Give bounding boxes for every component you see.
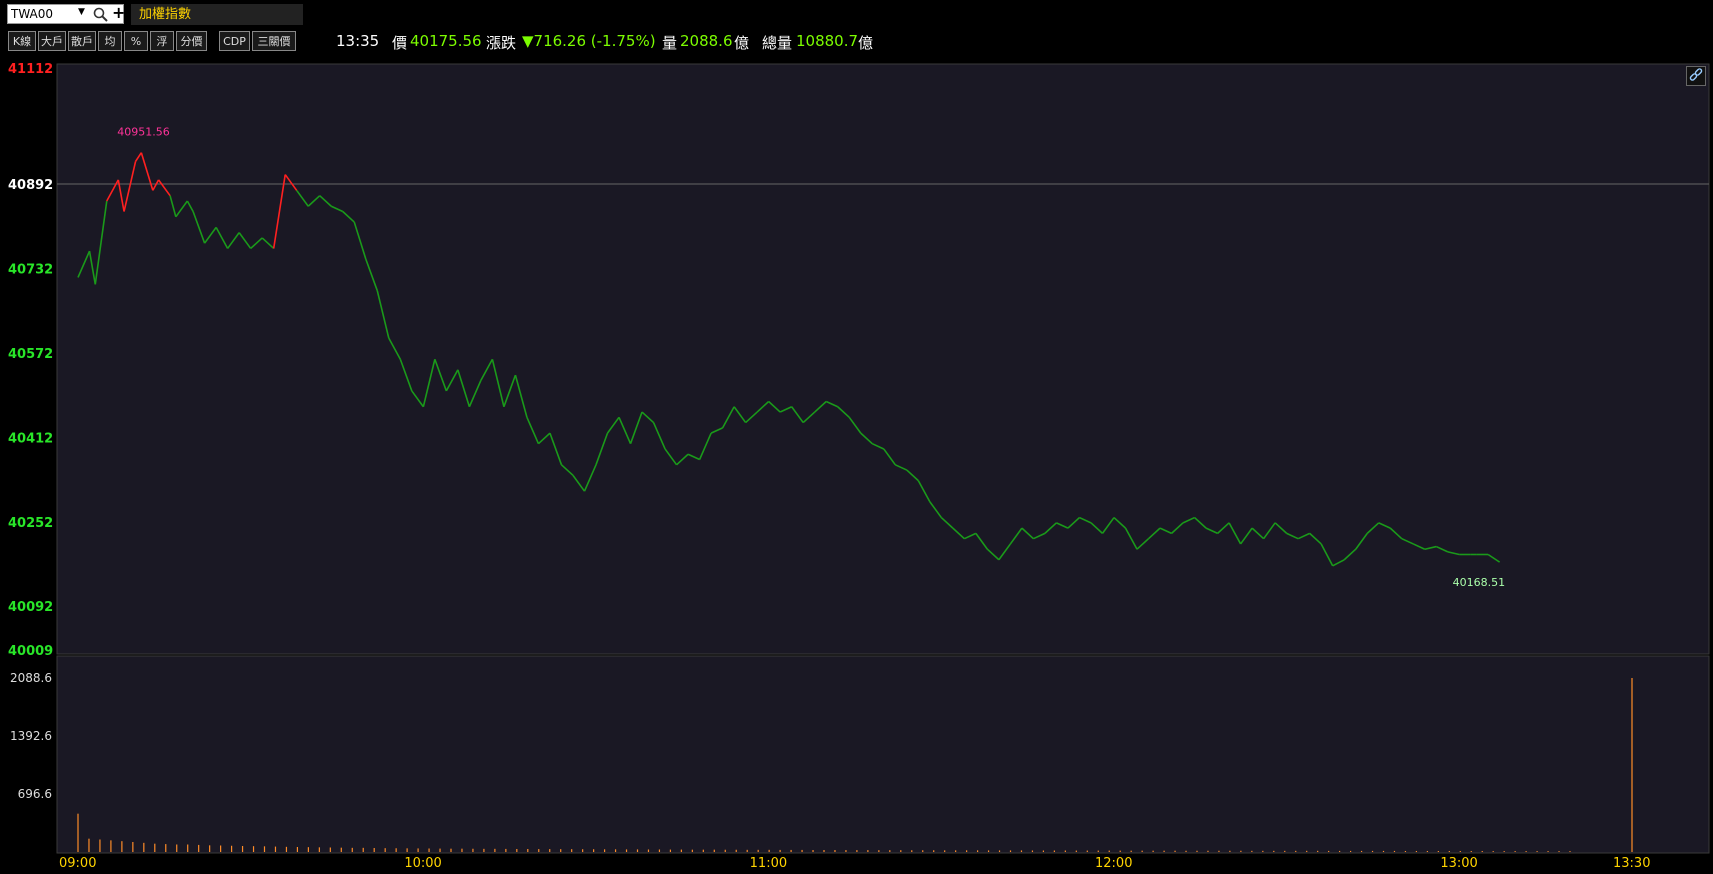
price-tick-label: 40572 — [8, 347, 53, 362]
price-tick-label: 41112 — [8, 62, 53, 77]
price-tick-label: 40892 — [8, 178, 53, 193]
volume-panel — [56, 655, 1710, 854]
volume-tick-label: 1392.6 — [10, 729, 52, 743]
price-tick-label: 40732 — [8, 263, 53, 278]
intraday-chart[interactable]: 41112 40892 40732 40572 40412 40252 40092 40009… — [0, 0, 1713, 874]
time-tick-label: 10:00 — [404, 856, 441, 871]
time-tick-label: 13:30 — [1613, 856, 1650, 871]
price-panel — [56, 63, 1710, 655]
price-tick-label: 40009 — [8, 644, 53, 659]
volume-tick-label: 696.6 — [18, 787, 52, 801]
price-axis: 41112 40892 40732 40572 40412 40252 40092 40009 — [8, 62, 53, 659]
time-tick-label: 13:00 — [1440, 856, 1477, 871]
price-tick-label: 40092 — [8, 600, 53, 615]
time-axis: 09:00 10:00 11:00 12:00 13:00 13:30 — [59, 856, 1650, 871]
low-annotation: 40168.51 — [1453, 576, 1506, 589]
volume-axis: 2088.6 1392.6 696.6 — [10, 671, 52, 801]
price-tick-label: 40412 — [8, 431, 53, 446]
time-tick-label: 12:00 — [1095, 856, 1132, 871]
price-tick-label: 40252 — [8, 516, 53, 531]
volume-tick-label: 2088.6 — [10, 671, 52, 685]
time-tick-label: 11:00 — [750, 856, 787, 871]
link-icon[interactable] — [1686, 66, 1706, 86]
time-tick-label: 09:00 — [59, 856, 96, 871]
high-annotation: 40951.56 — [117, 126, 170, 139]
